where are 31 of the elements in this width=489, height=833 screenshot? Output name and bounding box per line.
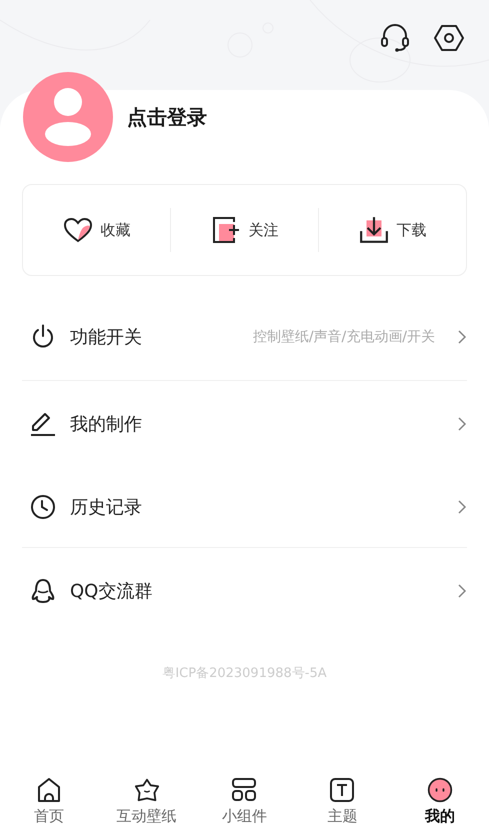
menu-item[interactable]: QQ交流群 bbox=[22, 548, 467, 634]
tab[interactable]: 小组件 bbox=[196, 753, 294, 827]
chevron-icon bbox=[457, 500, 467, 514]
download-icon bbox=[358, 216, 388, 244]
menu-label: QQ交流群 bbox=[70, 580, 152, 603]
chevron-icon bbox=[457, 330, 467, 344]
pencil-icon bbox=[30, 411, 56, 437]
tab[interactable]: 我的 bbox=[391, 753, 489, 827]
menu-label: 功能开关 bbox=[70, 326, 142, 349]
power-icon bbox=[30, 324, 56, 350]
menu-item[interactable]: 我的制作 bbox=[22, 381, 467, 467]
tab[interactable]: 主题 bbox=[293, 753, 392, 827]
add-page-icon bbox=[210, 216, 240, 244]
penguin-icon bbox=[30, 578, 56, 604]
menu-detail: 控制壁纸/声音/充电动画/开关 bbox=[252, 328, 435, 346]
quick-action-button[interactable]: 关注 bbox=[171, 185, 318, 275]
quick-action-button[interactable]: 下载 bbox=[319, 185, 466, 275]
chevron-icon bbox=[457, 584, 467, 598]
login-link[interactable]: 点击登录 bbox=[127, 104, 207, 130]
heart-icon bbox=[62, 216, 92, 244]
chevron-icon bbox=[457, 417, 467, 431]
settings-icon[interactable] bbox=[433, 22, 465, 54]
quick-action-button[interactable]: 收藏 bbox=[23, 185, 170, 275]
tab[interactable]: 首页 bbox=[0, 753, 98, 827]
menu-item[interactable]: 功能开关 控制壁纸/声音/充电动画/开关 bbox=[22, 294, 467, 380]
menu-item[interactable]: 历史记录 bbox=[22, 467, 467, 547]
menu-label: 历史记录 bbox=[70, 496, 142, 519]
tab[interactable]: 互动壁纸 bbox=[98, 753, 196, 827]
clock-icon bbox=[30, 494, 56, 520]
menu-label: 我的制作 bbox=[70, 413, 142, 436]
headset-icon[interactable] bbox=[379, 22, 411, 54]
